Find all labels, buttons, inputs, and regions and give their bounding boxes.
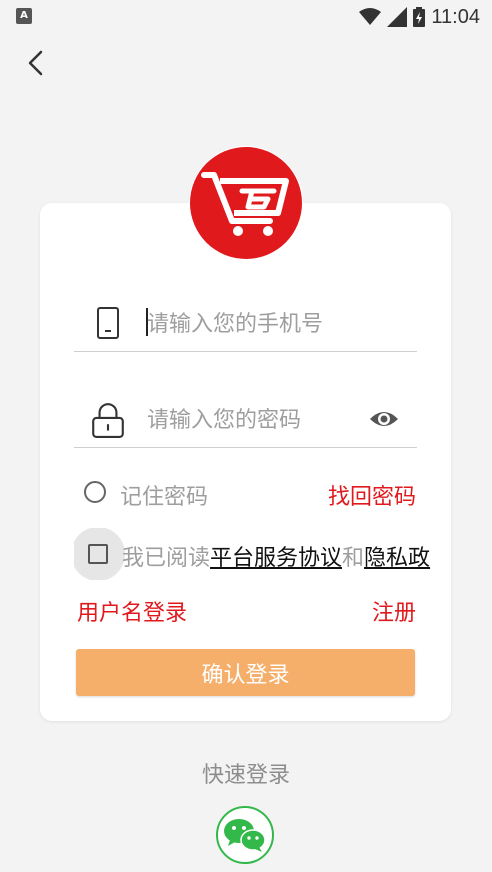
wifi-icon <box>359 8 382 25</box>
privacy-policy-link[interactable]: 隐私政 <box>364 546 430 571</box>
signal-icon <box>387 7 408 27</box>
lock-icon <box>92 403 124 438</box>
quick-login-label: 快速登录 <box>201 763 290 788</box>
register-link[interactable]: 注册 <box>372 595 416 627</box>
remember-password-radio[interactable] <box>84 481 106 503</box>
app-notification-icon: A <box>16 8 32 24</box>
password-input[interactable] <box>147 401 357 439</box>
login-card <box>40 203 451 721</box>
eye-icon[interactable] <box>368 403 400 435</box>
phone-field <box>74 297 417 352</box>
status-indicators: 11:04 <box>359 4 480 30</box>
forgot-password-link[interactable]: 找回密码 <box>328 479 416 511</box>
agreement-checkbox[interactable] <box>88 544 108 564</box>
status-bar: A 11:04 <box>0 0 492 34</box>
wechat-login-button[interactable] <box>216 806 274 864</box>
remember-password-label: 记住密码 <box>120 485 209 510</box>
username-login-link[interactable]: 用户名登录 <box>77 595 187 627</box>
battery-icon <box>413 7 426 27</box>
agreement-row: 我已阅读平台服务协议和隐私政 <box>74 528 454 580</box>
agreement-text: 我已阅读平台服务协议和隐私政 <box>122 540 430 572</box>
status-time: 11:04 <box>431 5 480 28</box>
password-field <box>74 393 417 448</box>
shopping-cart-logo-icon <box>190 147 302 259</box>
brand-logo <box>189 146 303 260</box>
remember-row: 记住密码 找回密码 <box>82 476 416 512</box>
agree-prefix: 我已阅读 <box>122 546 211 571</box>
wechat-icon <box>224 819 266 852</box>
service-agreement-link[interactable]: 平台服务协议 <box>210 546 342 571</box>
phone-icon <box>97 307 119 339</box>
agree-and: 和 <box>342 546 365 571</box>
phone-input[interactable] <box>147 305 357 343</box>
back-arrow-icon[interactable] <box>20 46 54 80</box>
confirm-login-button[interactable]: 确认登录 <box>76 649 415 696</box>
